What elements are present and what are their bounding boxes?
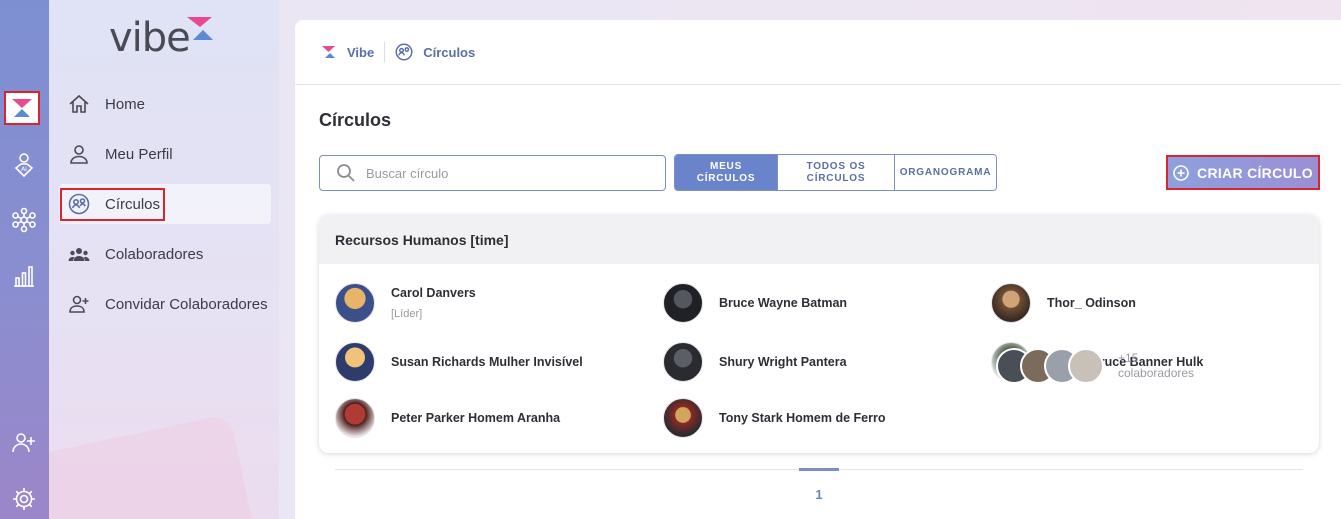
avatar: [663, 283, 703, 323]
home-icon: [67, 92, 91, 116]
tab-label-line2: CÍRCULOS: [806, 172, 866, 184]
more-members[interactable]: +15 colaboradores: [996, 348, 1194, 384]
avatar: [991, 283, 1031, 323]
sidebar-item-profile[interactable]: Meu Perfil: [59, 134, 271, 174]
sidebar-item-circles[interactable]: Círculos: [59, 184, 271, 224]
vibe-logo-icon: [322, 46, 335, 58]
bar-chart-icon[interactable]: [6, 258, 42, 294]
breadcrumb-current: Círculos: [395, 43, 475, 61]
tab-label-line1: MEUS: [709, 160, 743, 172]
member-name: Carol Danvers: [391, 286, 476, 300]
member-item[interactable]: Carol Danvers [Líder]: [335, 282, 655, 324]
invite-user-icon: [67, 292, 91, 316]
circle-card[interactable]: Recursos Humanos [time] Carol Danvers [L…: [319, 215, 1319, 453]
member-item[interactable]: Susan Richards Mulher Invisível: [335, 341, 655, 383]
member-name: Peter Parker Homem Aranha: [391, 411, 561, 425]
brand-mark-icon: [186, 16, 216, 47]
search-icon: [337, 164, 355, 182]
avatar: [335, 342, 375, 382]
circles-icon: [67, 192, 91, 216]
tab-all-circles[interactable]: TODOS OS CÍRCULOS: [778, 155, 895, 190]
circles-icon: [395, 43, 413, 61]
create-circle-label: CRIAR CÍRCULO: [1197, 164, 1313, 181]
member-item[interactable]: Bruce Wayne Batman: [663, 282, 983, 324]
member-name: Thor_ Odinson: [1047, 296, 1136, 310]
member-item[interactable]: Tony Stark Homem de Ferro: [663, 397, 983, 439]
gear-icon[interactable]: [6, 481, 42, 517]
tab-label-line2: CÍRCULOS: [696, 172, 756, 184]
member-item[interactable]: Thor_ Odinson: [991, 282, 1311, 324]
network-icon[interactable]: [6, 202, 42, 238]
icon-rail: AI: [0, 0, 49, 519]
ai-location-icon[interactable]: AI: [6, 146, 42, 182]
breadcrumb-root[interactable]: Vibe: [321, 45, 374, 60]
tab-org-chart[interactable]: ORGANOGRAMA: [895, 155, 996, 190]
sidebar-item-label: Convidar Colaboradores: [105, 295, 268, 313]
breadcrumb-separator: [384, 42, 386, 62]
avatar: [663, 398, 703, 438]
member-name: Shury Wright Pantera: [719, 355, 847, 369]
circle-title: Recursos Humanos [time]: [319, 215, 1319, 264]
more-count: +15: [1118, 351, 1139, 365]
sidebar-item-collaborators[interactable]: Colaboradores: [59, 234, 271, 274]
user-icon: [67, 142, 91, 166]
main-panel: Vibe Círculos Círculos MEUSCÍRCULOS TODO…: [295, 20, 1341, 519]
plus-circle-icon: [1173, 164, 1189, 181]
sidebar-item-invite[interactable]: Convidar Colaboradores: [59, 284, 271, 324]
pagination-indicator: [799, 468, 839, 471]
sidebar-item-home[interactable]: Home: [59, 84, 271, 124]
brand-name: vibe: [109, 15, 191, 61]
sidebar-item-label: Meu Perfil: [105, 145, 173, 163]
sidebar-item-label: Home: [105, 95, 146, 113]
member-item[interactable]: Peter Parker Homem Aranha: [335, 397, 655, 439]
circle-filter-tabs: MEUS CÍRCULOS TODOS OS CÍRCULOS ORGANOGRAM…: [674, 154, 997, 191]
add-user-icon[interactable]: [6, 425, 42, 461]
page-number[interactable]: 1: [799, 487, 839, 502]
member-name: Tony Stark Homem de Ferro: [719, 411, 886, 425]
group-icon: [67, 242, 91, 266]
svg-text:AI: AI: [21, 166, 27, 173]
sidebar: vibe Home Meu Perfil Círculos Colaborado…: [49, 0, 279, 519]
sidebar-item-label: Colaboradores: [105, 245, 204, 263]
search-input[interactable]: [366, 165, 646, 181]
tab-label-line1: TODOS OS: [806, 160, 866, 172]
page-title: Círculos: [319, 110, 392, 130]
member-item[interactable]: Shury Wright Pantera: [663, 341, 983, 383]
member-name: Bruce Wayne Batman: [719, 296, 848, 310]
member-name: Susan Richards Mulher Invisível: [391, 355, 583, 369]
sidebar-item-label: Círculos: [105, 195, 161, 213]
brand-logo[interactable]: vibe: [109, 14, 216, 64]
avatar: [1068, 348, 1104, 384]
avatar: [663, 342, 703, 382]
avatar: [335, 283, 375, 323]
breadcrumb-current-label: Círculos: [423, 44, 476, 60]
avatar: [335, 398, 375, 438]
search-box[interactable]: [319, 155, 666, 191]
vibe-logo-icon[interactable]: [4, 91, 40, 125]
member-role: [Líder]: [391, 308, 423, 320]
breadcrumb: Vibe Círculos: [295, 20, 1341, 85]
create-circle-button[interactable]: CRIAR CÍRCULO: [1166, 155, 1320, 190]
more-label: colaboradores: [1118, 366, 1195, 380]
tab-my-circles[interactable]: MEUS CÍRCULOS: [675, 155, 778, 190]
tab-label-line1: ORGANOGRAMA: [899, 166, 992, 178]
breadcrumb-root-label: Vibe: [347, 44, 375, 60]
